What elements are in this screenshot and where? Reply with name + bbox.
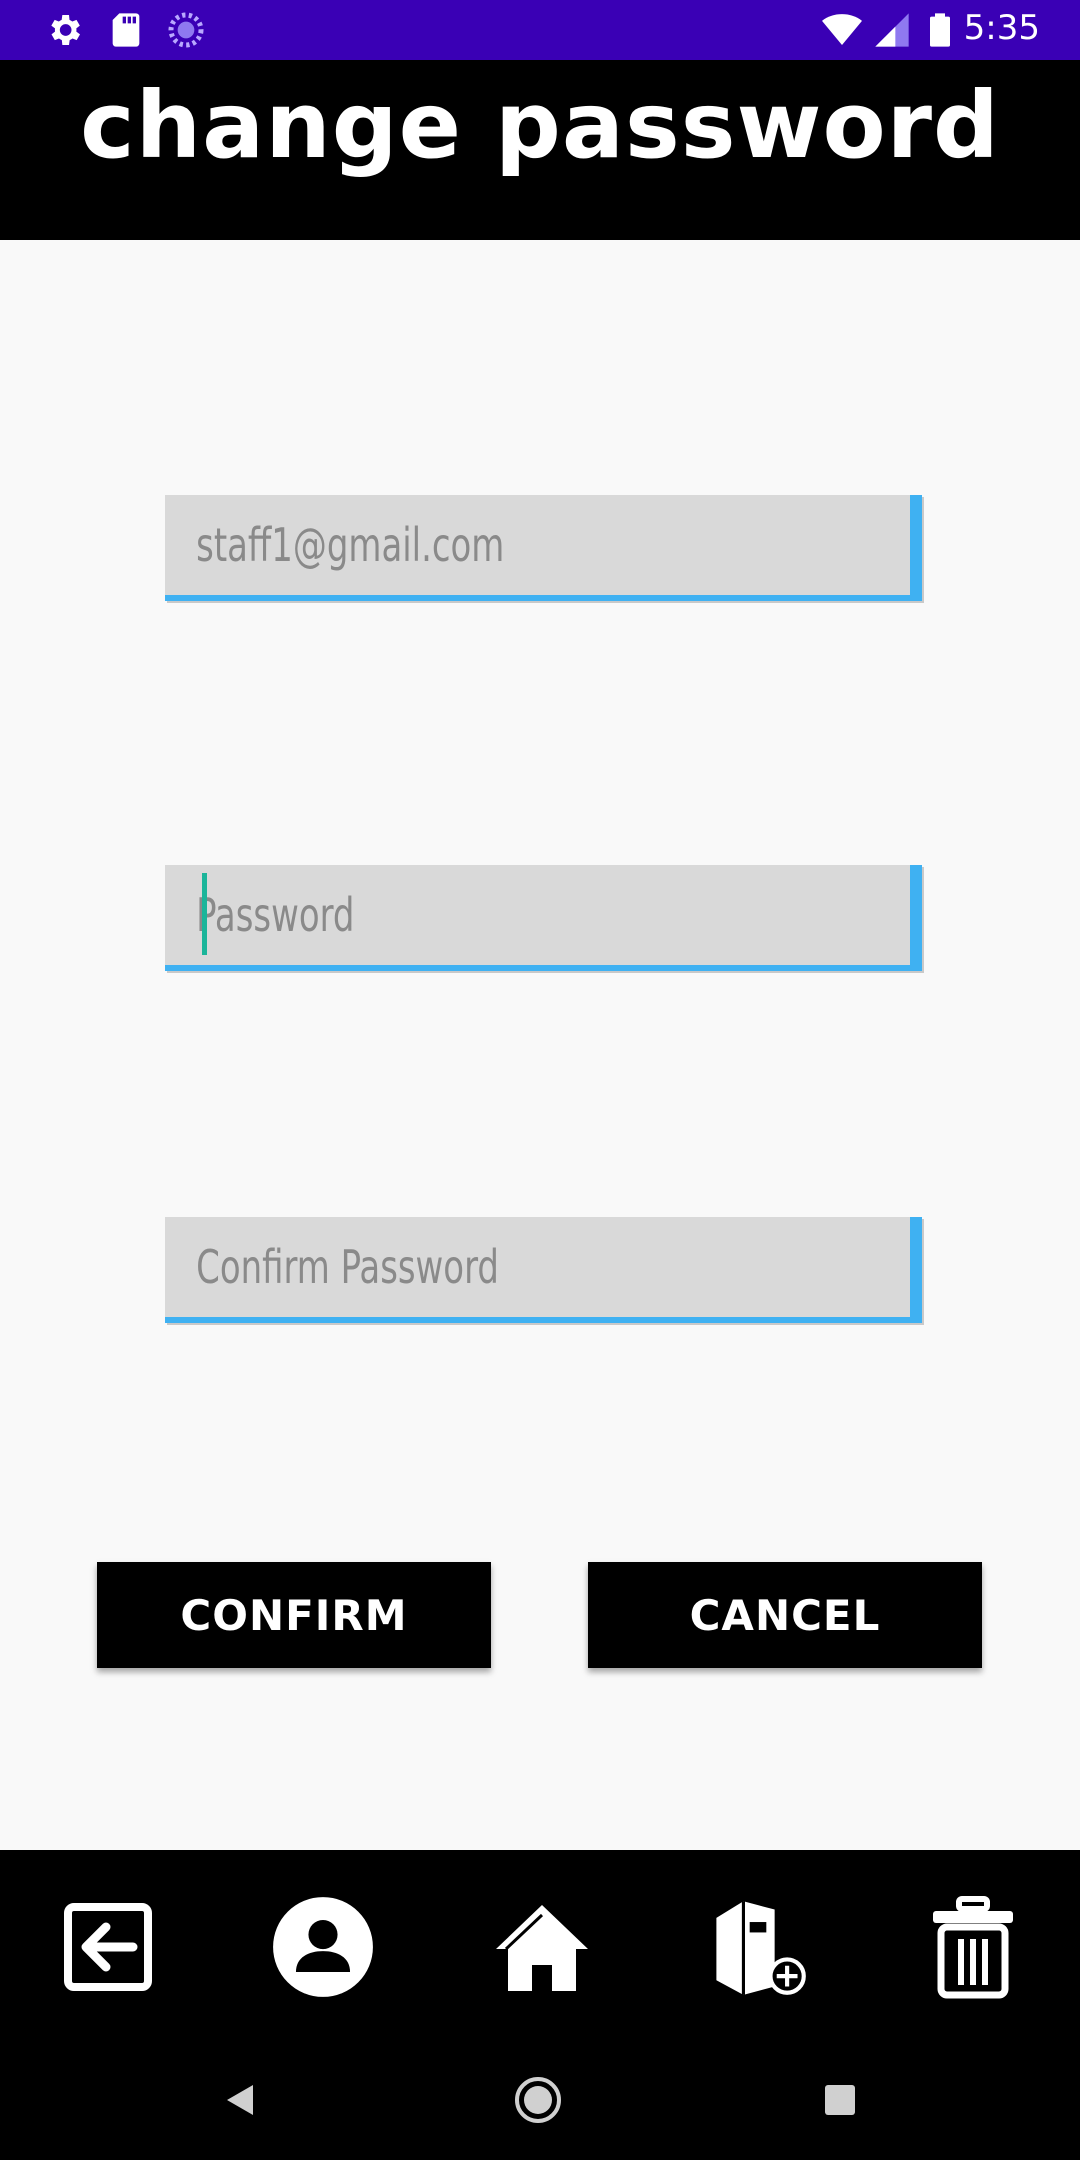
- delete-button[interactable]: [918, 1892, 1028, 2002]
- system-recents-button[interactable]: [810, 2074, 870, 2126]
- settings-icon: [51, 15, 80, 45]
- page-title: change password: [80, 72, 1000, 179]
- recents-icon: [825, 2085, 855, 2115]
- home-circle-icon: [515, 2077, 561, 2123]
- confirm-button[interactable]: CONFIRM: [97, 1562, 491, 1668]
- profile-icon: [273, 1897, 373, 1997]
- confirm-password-field-container: [165, 1217, 922, 1323]
- delete-icon: [933, 1896, 1013, 1999]
- cell-signal-icon: [875, 13, 909, 47]
- cancel-button[interactable]: CANCEL: [588, 1562, 982, 1668]
- email-field-container: [165, 495, 922, 601]
- password-field[interactable]: [165, 865, 776, 965]
- status-bar: 5:35: [0, 0, 1080, 60]
- battery-icon: [930, 13, 950, 47]
- status-time: 5:35: [963, 8, 1040, 48]
- email-field[interactable]: [165, 495, 776, 595]
- profile-button[interactable]: [268, 1892, 378, 2002]
- sync-icon: [168, 12, 204, 48]
- app-header: change password: [0, 60, 1080, 240]
- home-button[interactable]: [487, 1892, 597, 2002]
- confirm-password-field[interactable]: [165, 1217, 776, 1317]
- password-field-container: [165, 865, 922, 971]
- system-home-button[interactable]: [508, 2074, 568, 2126]
- home-icon: [496, 1905, 588, 1991]
- logout-button[interactable]: [53, 1892, 163, 2002]
- system-back-button[interactable]: [210, 2074, 270, 2126]
- sd-card-icon: [112, 13, 140, 47]
- add-book-icon: [716, 1901, 806, 1995]
- back-icon: [227, 2085, 253, 2115]
- text-caret: [202, 873, 207, 955]
- add-book-button[interactable]: [703, 1892, 813, 2002]
- wifi-icon: [822, 14, 862, 45]
- logout-icon: [64, 1903, 152, 1991]
